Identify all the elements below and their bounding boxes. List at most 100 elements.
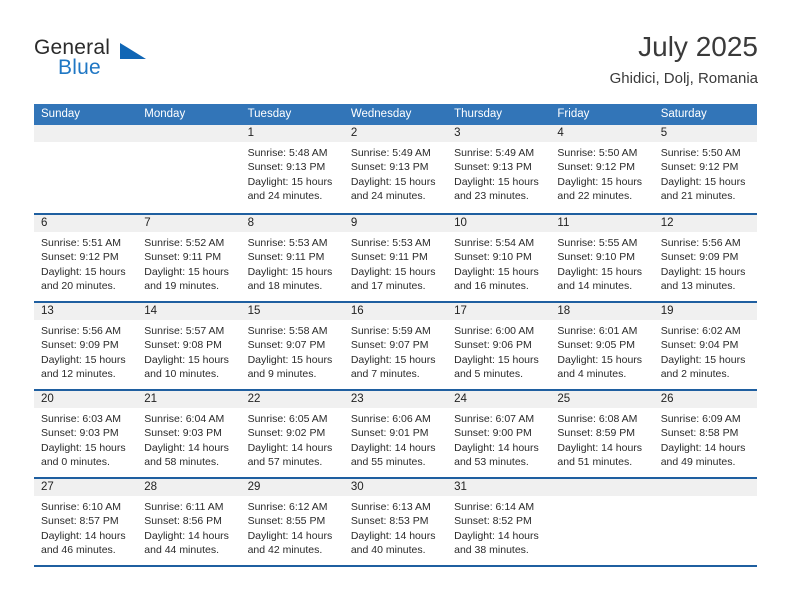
day-number: 31 xyxy=(447,479,551,496)
day-cell[interactable]: 16 Sunrise: 5:59 AM Sunset: 9:07 PM Dayligh… xyxy=(343,303,448,389)
weekday-header-row: Sunday Monday Tuesday Wednesday Thursday… xyxy=(34,104,757,125)
sunrise-text: Sunrise: 6:06 AM xyxy=(350,413,431,425)
day-number: 3 xyxy=(447,125,551,142)
day-cell[interactable]: 6 Sunrise: 5:51 AM Sunset: 9:12 PM Daylight… xyxy=(34,215,138,301)
sunrise-text: Sunrise: 6:12 AM xyxy=(247,501,328,513)
daylight-text-line2: and 7 minutes. xyxy=(350,368,420,381)
daylight-text-line2: and 18 minutes. xyxy=(247,280,323,293)
sunrise-text: Sunrise: 5:56 AM xyxy=(41,325,121,337)
sunrise-text: Sunrise: 6:03 AM xyxy=(41,413,121,425)
sunrise-text: Sunrise: 5:50 AM xyxy=(557,147,638,159)
daylight-text-line1: Daylight: 14 hours xyxy=(144,529,229,542)
daylight-text-line2: and 24 minutes. xyxy=(247,190,323,203)
daylight-text-line2: and 17 minutes. xyxy=(350,280,426,293)
calendar-grid: Sunday Monday Tuesday Wednesday Thursday… xyxy=(34,104,757,567)
daylight-text-line1: Daylight: 15 hours xyxy=(454,265,539,278)
day-cell[interactable]: 11 Sunrise: 5:55 AM Sunset: 9:10 PM Dayligh… xyxy=(550,215,654,301)
day-cell[interactable]: 4 Sunrise: 5:50 AM Sunset: 9:12 PM Daylight… xyxy=(550,125,654,213)
day-cell[interactable]: 23 Sunrise: 6:06 AM Sunset: 9:01 PM Dayligh… xyxy=(343,391,448,477)
daylight-text-line2: and 0 minutes. xyxy=(41,456,110,469)
daylight-text-line2: and 9 minutes. xyxy=(247,368,317,381)
day-cell[interactable]: 18 Sunrise: 6:01 AM Sunset: 9:05 PM Dayligh… xyxy=(550,303,654,389)
day-cell[interactable]: 5 Sunrise: 5:50 AM Sunset: 9:12 PM Daylight… xyxy=(653,125,757,213)
day-cell[interactable]: 12 Sunrise: 5:56 AM Sunset: 9:09 PM Dayligh… xyxy=(653,215,757,301)
sunrise-text: Sunrise: 5:49 AM xyxy=(350,147,431,159)
sunrise-text: Sunrise: 5:58 AM xyxy=(247,325,328,337)
title-block: July 2025 Ghidici, Dolj, Romania xyxy=(610,30,758,88)
sunset-text: Sunset: 8:56 PM xyxy=(144,515,222,528)
daylight-text-line2: and 57 minutes. xyxy=(247,456,323,469)
day-cell[interactable]: 15 Sunrise: 5:58 AM Sunset: 9:07 PM Dayligh… xyxy=(240,303,344,389)
day-cell[interactable]: 9 Sunrise: 5:53 AM Sunset: 9:11 PM Daylight… xyxy=(343,215,448,301)
day-cell[interactable]: 17 Sunrise: 6:00 AM Sunset: 9:06 PM Dayligh… xyxy=(447,303,551,389)
day-cell[interactable]: 31 Sunrise: 6:14 AM Sunset: 8:52 PM Dayligh… xyxy=(447,479,551,565)
day-cell[interactable]: 13 Sunrise: 5:56 AM Sunset: 9:09 PM Dayligh… xyxy=(34,303,138,389)
sunrise-text: Sunrise: 5:54 AM xyxy=(454,237,535,249)
day-cell[interactable]: 21 Sunrise: 6:04 AM Sunset: 9:03 PM Dayligh… xyxy=(137,391,241,477)
day-cell[interactable]: 2 Sunrise: 5:49 AM Sunset: 9:13 PM Daylight… xyxy=(343,125,448,213)
daylight-text-line1: Daylight: 15 hours xyxy=(41,353,126,366)
day-number: 16 xyxy=(343,303,448,320)
day-details: Sunrise: 5:49 AM Sunset: 9:13 PM Daylight:… xyxy=(344,142,447,204)
day-cell[interactable]: 30 Sunrise: 6:13 AM Sunset: 8:53 PM Dayligh… xyxy=(343,479,448,565)
daylight-text-line2: and 55 minutes. xyxy=(350,456,426,469)
daylight-text-line2: and 40 minutes. xyxy=(350,544,426,557)
day-cell[interactable]: 1 Sunrise: 5:48 AM Sunset: 9:13 PM Daylight… xyxy=(240,125,344,213)
day-details: Sunrise: 6:08 AM Sunset: 8:59 PM Daylight:… xyxy=(550,408,653,470)
day-cell[interactable]: 10 Sunrise: 5:54 AM Sunset: 9:10 PM Dayligh… xyxy=(447,215,551,301)
daylight-text-line1: Daylight: 14 hours xyxy=(247,441,333,454)
daylight-text-line1: Daylight: 15 hours xyxy=(660,265,746,278)
day-details: Sunrise: 5:54 AM Sunset: 9:10 PM Daylight:… xyxy=(447,232,550,294)
day-details: Sunrise: 5:53 AM Sunset: 9:11 PM Daylight:… xyxy=(241,232,344,294)
sunrise-text: Sunrise: 6:14 AM xyxy=(454,501,535,513)
daylight-text-line2: and 4 minutes. xyxy=(557,368,627,381)
day-cell[interactable]: 22 Sunrise: 6:05 AM Sunset: 9:02 PM Dayligh… xyxy=(240,391,344,477)
day-cell[interactable]: 7 Sunrise: 5:52 AM Sunset: 9:11 PM Daylight… xyxy=(137,215,241,301)
day-cell[interactable]: 8 Sunrise: 5:53 AM Sunset: 9:11 PM Daylight… xyxy=(240,215,344,301)
day-cell[interactable]: 29 Sunrise: 6:12 AM Sunset: 8:55 PM Dayligh… xyxy=(240,479,344,565)
week-row: 6 Sunrise: 5:51 AM Sunset: 9:12 PM Daylight… xyxy=(34,213,757,301)
sunset-text: Sunset: 8:57 PM xyxy=(41,515,119,528)
daylight-text-line1: Daylight: 15 hours xyxy=(41,265,126,278)
day-details: Sunrise: 6:13 AM Sunset: 8:53 PM Daylight:… xyxy=(344,496,447,558)
week-row: 13 Sunrise: 5:56 AM Sunset: 9:09 PM Dayligh… xyxy=(34,301,757,389)
day-number: 2 xyxy=(343,125,448,142)
sunrise-text: Sunrise: 6:10 AM xyxy=(41,501,121,513)
brand-logo[interactable]: General Blue xyxy=(34,36,214,88)
day-cell[interactable]: 25 Sunrise: 6:08 AM Sunset: 8:59 PM Dayligh… xyxy=(550,391,654,477)
day-details: Sunrise: 6:00 AM Sunset: 9:06 PM Daylight:… xyxy=(447,320,550,382)
day-number: 5 xyxy=(653,125,757,142)
sunset-text: Sunset: 9:01 PM xyxy=(350,427,429,440)
day-number: 4 xyxy=(550,125,654,142)
day-number: 26 xyxy=(653,391,757,408)
weekday-monday: Monday xyxy=(144,108,186,120)
day-cell[interactable]: 26 Sunrise: 6:09 AM Sunset: 8:58 PM Dayligh… xyxy=(653,391,757,477)
daylight-text-line2: and 58 minutes. xyxy=(144,456,219,469)
day-cell[interactable]: 28 Sunrise: 6:11 AM Sunset: 8:56 PM Dayligh… xyxy=(137,479,241,565)
day-number: 1 xyxy=(240,125,344,142)
day-cell[interactable]: 24 Sunrise: 6:07 AM Sunset: 9:00 PM Dayligh… xyxy=(447,391,551,477)
sunset-text: Sunset: 9:04 PM xyxy=(660,339,739,352)
daylight-text-line1: Daylight: 14 hours xyxy=(41,529,126,542)
day-cell[interactable]: 20 Sunrise: 6:03 AM Sunset: 9:03 PM Dayligh… xyxy=(34,391,138,477)
sunset-text: Sunset: 9:02 PM xyxy=(247,427,326,440)
brand-name-blue: Blue xyxy=(58,56,101,79)
sunset-text: Sunset: 9:11 PM xyxy=(144,251,222,264)
daylight-text-line1: Daylight: 14 hours xyxy=(454,441,539,454)
daylight-text-line1: Daylight: 14 hours xyxy=(350,441,436,454)
day-number xyxy=(653,479,757,496)
daylight-text-line2: and 2 minutes. xyxy=(660,368,730,381)
sunset-text: Sunset: 9:12 PM xyxy=(557,161,636,174)
day-cell[interactable]: 3 Sunrise: 5:49 AM Sunset: 9:13 PM Daylight… xyxy=(447,125,551,213)
sunrise-text: Sunrise: 5:53 AM xyxy=(247,237,328,249)
sunrise-text: Sunrise: 6:08 AM xyxy=(557,413,638,425)
day-cell[interactable]: 27 Sunrise: 6:10 AM Sunset: 8:57 PM Dayligh… xyxy=(34,479,138,565)
day-number: 19 xyxy=(653,303,757,320)
day-cell[interactable]: 19 Sunrise: 6:02 AM Sunset: 9:04 PM Dayligh… xyxy=(653,303,757,389)
day-number: 15 xyxy=(240,303,344,320)
sunset-text: Sunset: 9:10 PM xyxy=(454,251,532,264)
day-cell[interactable]: 14 Sunrise: 5:57 AM Sunset: 9:08 PM Dayligh… xyxy=(137,303,241,389)
weekday-friday: Friday xyxy=(557,108,590,120)
sunset-text: Sunset: 8:53 PM xyxy=(350,515,429,528)
sunset-text: Sunset: 9:12 PM xyxy=(660,161,739,174)
